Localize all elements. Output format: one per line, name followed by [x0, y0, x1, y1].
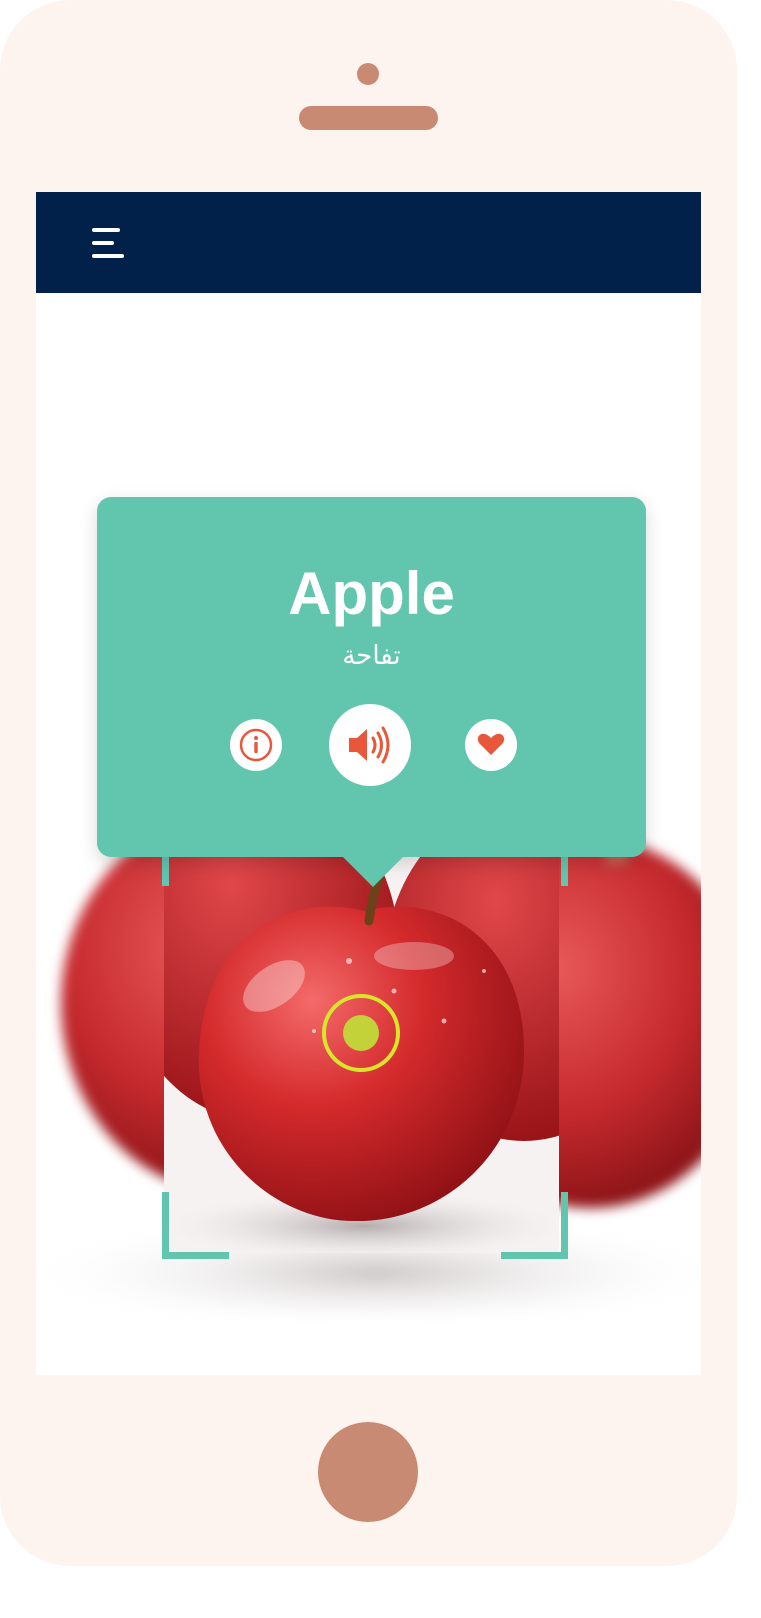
- hamburger-menu-icon[interactable]: [92, 226, 126, 260]
- top-navbar: [36, 192, 701, 293]
- camera-view: Apple تفاحة: [36, 293, 701, 1375]
- frame-corner-bottom-left: [162, 1192, 229, 1259]
- focus-target-dot: [343, 1015, 379, 1051]
- word-title: Apple: [288, 560, 455, 627]
- home-button[interactable]: [318, 1422, 418, 1522]
- card-pointer: [341, 855, 405, 887]
- heart-icon: [477, 733, 505, 755]
- result-card: Apple تفاحة: [97, 497, 646, 887]
- frame-corner-bottom-right: [501, 1192, 568, 1259]
- phone-frame: Apple تفاحة: [0, 0, 737, 1566]
- app-screen: Apple تفاحة: [36, 192, 701, 1375]
- earpiece-speaker: [299, 106, 438, 130]
- focus-target[interactable]: [322, 994, 400, 1072]
- front-camera: [357, 63, 379, 85]
- info-button[interactable]: [230, 719, 282, 771]
- speaker-icon: [349, 726, 390, 764]
- favorite-button[interactable]: [465, 719, 517, 771]
- word-translation: تفاحة: [342, 640, 401, 670]
- info-icon: [239, 728, 273, 762]
- play-sound-button[interactable]: [329, 704, 411, 786]
